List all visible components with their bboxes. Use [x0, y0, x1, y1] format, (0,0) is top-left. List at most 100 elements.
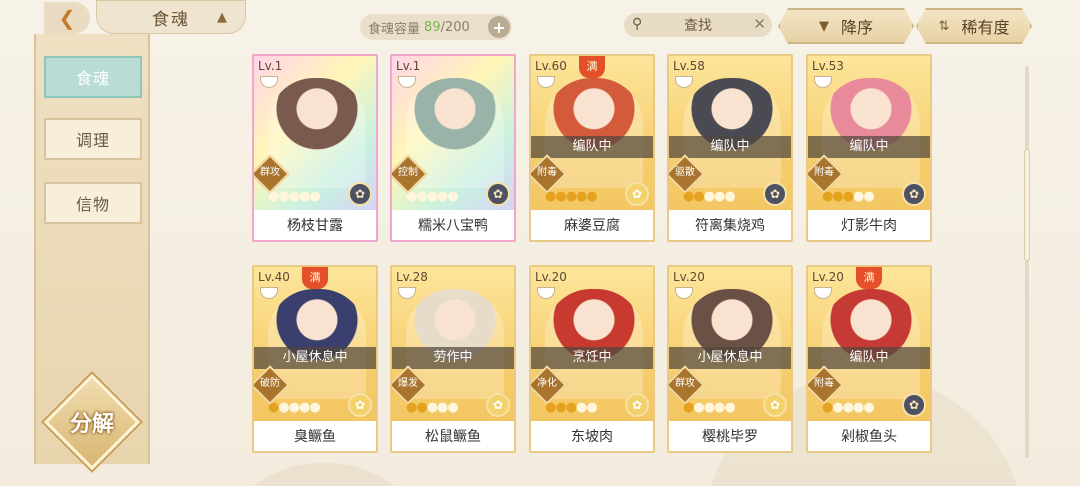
max-level-badge: 满	[302, 267, 328, 289]
sidebar-item-label: 调理	[75, 131, 110, 150]
card-name: 杨枝甘露	[254, 210, 376, 240]
star-icon: ●	[853, 189, 864, 204]
sidebar-item-tokens[interactable]: 信物	[44, 182, 142, 224]
card-name: 樱桃毕罗	[669, 421, 791, 451]
triangle-down-icon: ▼	[818, 18, 829, 34]
max-level-badge: 满	[579, 56, 605, 78]
star-icon: ●	[822, 400, 833, 415]
role-label: 控制	[398, 167, 418, 178]
star-icon: ●	[447, 400, 458, 415]
star-rating: ●●●●●	[268, 400, 321, 415]
flower-emblem-icon: ✿	[348, 182, 372, 206]
star-icon: ●	[576, 189, 587, 204]
level-label: Lv.60	[535, 59, 567, 73]
food-soul-card[interactable]: Lv.1 控制 ●●●●● ✿ 糯米八宝鸭	[390, 54, 516, 242]
capacity-display: 食魂容量 89 /200 +	[360, 14, 512, 40]
food-soul-card[interactable]: Lv.20 满编队中 附毒 ●●●●● ✿ 剁椒鱼头	[806, 265, 932, 453]
card-name: 剁椒鱼头	[808, 421, 930, 451]
level-label: Lv.1	[258, 59, 283, 73]
sidebar-item-food-soul[interactable]: 食魂	[44, 56, 142, 98]
page-title: 食魂 ▲	[96, 0, 246, 34]
food-soul-card[interactable]: Lv.53 编队中 附毒 ●●●●● ✿ 灯影牛肉	[806, 54, 932, 242]
flower-emblem-icon: ✿	[763, 393, 787, 417]
star-icon: ●	[842, 189, 854, 204]
status-badge: 劳作中	[392, 347, 514, 369]
star-icon: ●	[693, 400, 704, 415]
star-icon: ●	[299, 189, 310, 204]
food-soul-card[interactable]: Lv.1 群攻 ●●●●● ✿ 杨枝甘露	[252, 54, 378, 242]
food-soul-card[interactable]: Lv.40 满小屋休息中 破防 ●●●●● ✿ 臭鳜鱼	[252, 265, 378, 453]
star-icon: ●	[416, 189, 427, 204]
star-icon: ●	[426, 400, 438, 415]
flower-emblem-icon: ✿	[902, 393, 926, 417]
sort-order-button[interactable]: ▼ 降序	[778, 8, 914, 44]
card-name: 东坡肉	[531, 421, 653, 451]
flower-emblem-icon: ✿	[625, 393, 649, 417]
capacity-current: 89	[424, 19, 441, 35]
food-soul-card[interactable]: Lv.60 满编队中 附毒 ●●●●● ✿ 麻婆豆腐	[529, 54, 655, 242]
bowl-icon	[537, 76, 555, 88]
star-icon: ●	[703, 189, 715, 204]
search-icon: ⚲	[632, 16, 643, 32]
star-icon: ●	[586, 400, 597, 415]
star-icon: ●	[863, 400, 874, 415]
star-icon: ●	[555, 400, 566, 415]
star-icon: ●	[268, 400, 279, 415]
level-label: Lv.20	[812, 270, 844, 284]
food-soul-card[interactable]: Lv.20 烹饪中 净化 ●●●●● ✿ 东坡肉	[529, 265, 655, 453]
decompose-label[interactable]: 分解	[52, 406, 132, 438]
role-label: 破防	[260, 378, 280, 389]
food-soul-card[interactable]: Lv.58 编队中 驱散 ●●●●● ✿ 符离集烧鸡	[667, 54, 793, 242]
sidebar-item-conditioning[interactable]: 调理	[44, 118, 142, 160]
star-icon: ●	[683, 400, 694, 415]
star-icon: ●	[555, 189, 566, 204]
scrollbar-thumb[interactable]	[1025, 150, 1029, 260]
star-rating: ●●●●●	[406, 400, 459, 415]
search-input[interactable]: ⚲ 查找 ✕	[624, 13, 772, 37]
star-icon: ●	[703, 400, 715, 415]
star-rating: ●●●●●	[268, 189, 321, 204]
star-rating: ●●●●●	[683, 189, 736, 204]
flower-emblem-icon: ✿	[625, 182, 649, 206]
star-icon: ●	[714, 189, 725, 204]
star-icon: ●	[545, 189, 556, 204]
level-label: Lv.53	[812, 59, 844, 73]
food-soul-card[interactable]: Lv.20 小屋休息中 群攻 ●●●●● ✿ 樱桃毕罗	[667, 265, 793, 453]
level-label: Lv.20	[673, 270, 705, 284]
sidebar-item-label: 信物	[75, 195, 110, 214]
bowl-icon	[260, 76, 278, 88]
back-button[interactable]: ❮	[44, 2, 90, 34]
star-icon: ●	[299, 400, 310, 415]
status-badge: 编队中	[531, 136, 653, 158]
bowl-icon	[398, 287, 416, 299]
bowl-icon	[675, 76, 693, 88]
level-label: Lv.28	[396, 270, 428, 284]
flower-emblem-icon: ✿	[486, 182, 510, 206]
sidebar-item-label: 食魂	[75, 69, 110, 88]
flower-emblem-icon: ✿	[763, 182, 787, 206]
role-label: 附毒	[537, 167, 557, 178]
add-capacity-button[interactable]: +	[488, 16, 510, 38]
status-badge: 编队中	[669, 136, 791, 158]
close-icon[interactable]: ✕	[753, 15, 766, 33]
card-name: 松鼠鳜鱼	[392, 421, 514, 451]
sort-key-button[interactable]: ⇅ 稀有度	[916, 8, 1032, 44]
card-name: 臭鳜鱼	[254, 421, 376, 451]
star-icon: ●	[693, 189, 704, 204]
star-rating: ●●●●●	[822, 189, 875, 204]
bowl-icon	[260, 287, 278, 299]
food-soul-card[interactable]: Lv.28 劳作中 爆发 ●●●●● ✿ 松鼠鳜鱼	[390, 265, 516, 453]
role-label: 附毒	[814, 167, 834, 178]
star-icon: ●	[724, 400, 735, 415]
status-badge: 编队中	[808, 136, 930, 158]
card-name: 灯影牛肉	[808, 210, 930, 240]
star-icon: ●	[278, 400, 289, 415]
role-label: 净化	[537, 378, 557, 389]
star-icon: ●	[288, 189, 300, 204]
star-rating: ●●●●●	[683, 400, 736, 415]
scrollbar[interactable]	[1025, 66, 1029, 458]
level-label: Lv.58	[673, 59, 705, 73]
sort-key-label: 稀有度	[961, 18, 1010, 37]
star-icon: ●	[842, 400, 854, 415]
star-icon: ●	[268, 189, 279, 204]
